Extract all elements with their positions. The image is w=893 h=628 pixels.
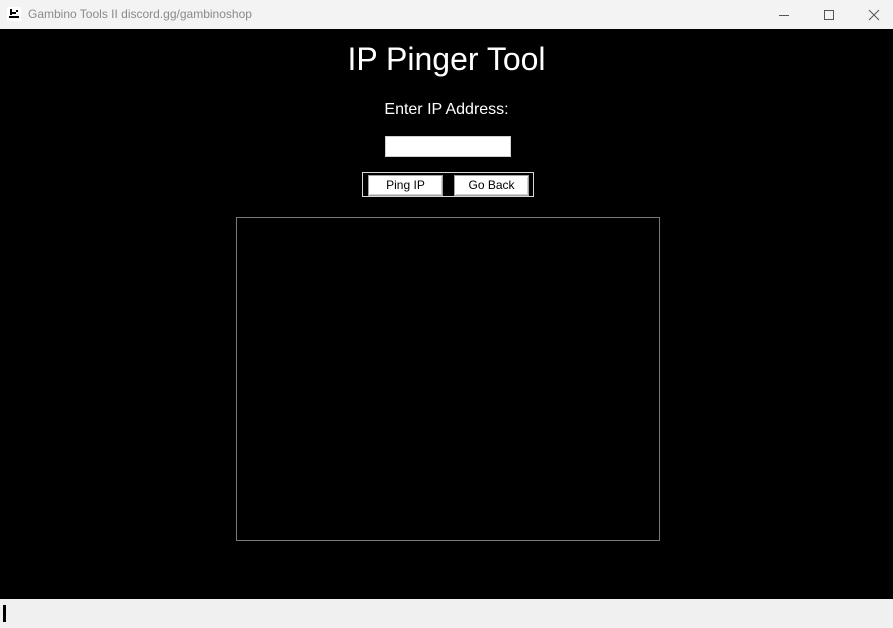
maximize-icon: [824, 9, 834, 20]
button-frame: Ping IP Go Back: [362, 172, 534, 197]
ip-address-label: Enter IP Address:: [384, 101, 509, 118]
app-window: Gambino Tools II discord.gg/gambinoshop …: [0, 0, 893, 628]
go-back-button[interactable]: Go Back: [454, 175, 529, 196]
close-button[interactable]: [851, 0, 893, 29]
text-cursor: [3, 605, 6, 622]
page-title: IP Pinger Tool: [347, 41, 546, 77]
close-icon: [868, 9, 880, 20]
main-content: IP Pinger Tool Enter IP Address: Ping IP…: [0, 29, 893, 599]
ping-ip-button[interactable]: Ping IP: [368, 175, 443, 196]
ip-address-input[interactable]: [385, 136, 511, 157]
console-input-strip[interactable]: [0, 599, 893, 628]
app-logo-icon: [7, 7, 21, 21]
ping-output-box[interactable]: [236, 217, 660, 541]
title-bar[interactable]: Gambino Tools II discord.gg/gambinoshop: [0, 0, 893, 29]
maximize-button[interactable]: [806, 0, 852, 29]
window-title: Gambino Tools II discord.gg/gambinoshop: [28, 7, 252, 21]
minimize-icon: [779, 14, 789, 16]
minimize-button[interactable]: [761, 0, 807, 29]
